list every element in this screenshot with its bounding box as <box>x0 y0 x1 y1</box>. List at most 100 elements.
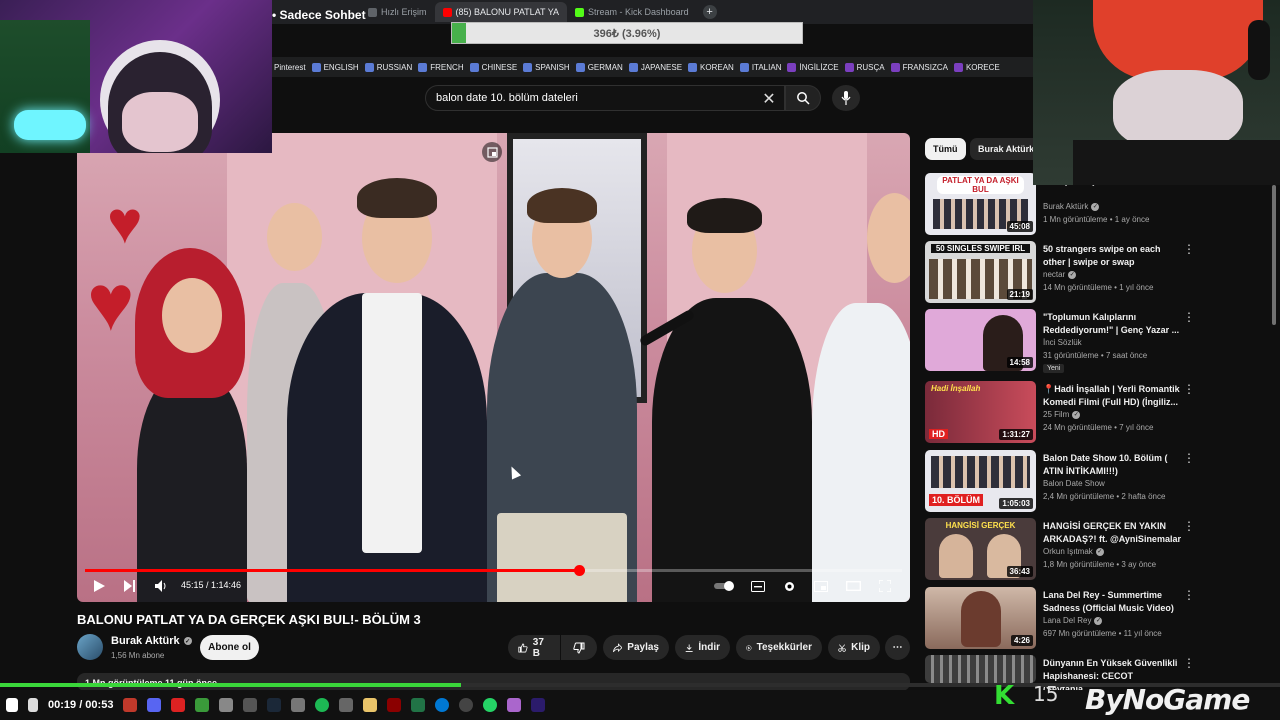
share-button[interactable]: Paylaş <box>603 635 669 660</box>
recommendation-channel: Lana Del Rey ✓ <box>1043 616 1103 625</box>
bookmark-ingilizce[interactable]: İNGİLİZCE <box>787 62 839 72</box>
volume-button[interactable] <box>153 577 169 595</box>
bookmark-german[interactable]: GERMAN <box>575 62 623 72</box>
recommendation-item[interactable]: 10. BÖLÜM 1:05:03 Balon Date Show 10. Bö… <box>925 450 1270 514</box>
bookmark-spanish[interactable]: SPANISH <box>523 62 570 72</box>
windows-start-icon[interactable] <box>6 698 18 712</box>
description-box[interactable]: 1 Mn görüntüleme 11 gün önce <box>77 673 910 691</box>
tab-youtube-video[interactable]: (85) BALONU PATLAT YA <box>434 2 568 22</box>
verified-icon: ✓ <box>183 637 192 645</box>
miniplayer-icon[interactable] <box>482 142 502 162</box>
excel-icon[interactable] <box>411 698 426 712</box>
bookmark-russian[interactable]: RUSSIAN <box>364 62 412 72</box>
more-vert-icon[interactable]: ⋮ <box>1183 589 1195 601</box>
thanks-button[interactable]: $ Teşekkürler <box>736 635 822 660</box>
app-icon[interactable] <box>171 698 186 712</box>
app-icon[interactable] <box>339 698 354 712</box>
recommendation-item[interactable]: Hadi İnşallah HD 1:31:27 📍Hadi İnşallah … <box>925 381 1270 445</box>
recommendation-meta: 1 Mn görüntüleme • 1 ay önce <box>1043 215 1150 224</box>
folder-icon <box>575 62 585 72</box>
recommendation-channel: Balon Date Show <box>1043 479 1105 488</box>
app-icon[interactable] <box>387 698 402 712</box>
app-icon[interactable] <box>291 698 306 712</box>
like-button[interactable]: 37 B <box>508 635 560 660</box>
bookmark-italian[interactable]: ITALIAN <box>739 62 781 72</box>
tab-kick-dashboard[interactable]: Stream - Kick Dashboard <box>567 2 697 22</box>
bookmark-french[interactable]: FRENCH <box>418 62 464 72</box>
sidebar-scrollbar[interactable] <box>1272 185 1276 325</box>
minecraft-icon[interactable] <box>195 698 210 712</box>
clear-search-icon[interactable]: ✕ <box>758 88 780 110</box>
theater-icon <box>845 581 861 591</box>
recommendation-item[interactable]: Dünyanın En Yüksek Güvenlikli Hapishanes… <box>925 655 1270 694</box>
browser-tab-bar: Hızlı Erişim (85) BALONU PATLAT YA Strea… <box>270 0 1033 24</box>
premiere-icon[interactable] <box>531 698 546 712</box>
bookmark-japanese[interactable]: JAPANESE <box>628 62 682 72</box>
headphones <box>1248 20 1270 80</box>
episode-badge: 10. BÖLÜM <box>929 494 984 506</box>
fullscreen-button[interactable] <box>876 577 894 595</box>
bookmark-korean[interactable]: KOREAN <box>688 62 734 72</box>
verified-icon: ✓ <box>1068 270 1077 279</box>
new-badge: Yeni <box>1043 364 1065 373</box>
download-button[interactable]: İndir <box>675 635 730 660</box>
recommendation-item[interactable]: HANGİSİ GERÇEK 36:43 HANGİSİ GERÇEK EN Y… <box>925 518 1270 582</box>
clip-button[interactable]: Klip <box>828 635 880 660</box>
more-vert-icon[interactable]: ⋮ <box>1183 311 1195 323</box>
steam-icon[interactable] <box>267 698 282 712</box>
discord-icon[interactable] <box>147 698 162 712</box>
subscribe-button[interactable]: Abone ol <box>200 635 259 660</box>
bookmark-pinterest[interactable]: Pinterest <box>274 63 306 72</box>
chip-channel[interactable]: Burak Aktürk <box>970 138 1043 160</box>
channel-avatar[interactable] <box>77 634 103 660</box>
recommendation-channel: 25 Film ✓ <box>1043 410 1081 419</box>
download-icon <box>685 644 693 652</box>
dislike-button[interactable] <box>561 635 597 660</box>
video-player[interactable]: ♥ ♥ ♥ 45:15 / 1:1 <box>77 133 910 602</box>
app-icon[interactable] <box>219 698 234 712</box>
obs-icon[interactable] <box>459 698 474 712</box>
bookmark-korece[interactable]: KORECE <box>953 62 1000 72</box>
video-title: BALONU PATLAT YA DA GERÇEK AŞKI BUL!- BÖ… <box>77 612 421 627</box>
more-vert-icon[interactable]: ⋮ <box>1183 452 1195 464</box>
channel-name[interactable]: Burak Aktürk ✓ <box>111 635 192 647</box>
settings-button[interactable] <box>780 577 798 595</box>
recommendation-item[interactable]: 14:58 "Toplumun Kalıplarını Reddediyorum… <box>925 309 1270 379</box>
search-button[interactable] <box>785 85 821 111</box>
pause-icon[interactable] <box>28 698 38 712</box>
bookmark-chinese[interactable]: CHINESE <box>469 62 517 72</box>
autoplay-toggle[interactable] <box>713 577 737 595</box>
more-vert-icon[interactable]: ⋮ <box>1183 520 1195 532</box>
thumbnail-person <box>961 591 1001 647</box>
edge-icon[interactable] <box>435 698 450 712</box>
more-vert-icon[interactable]: ⋮ <box>1183 243 1195 255</box>
more-actions-button[interactable]: ⋯ <box>885 635 910 660</box>
thumbnail-people <box>931 456 1030 488</box>
next-button[interactable] <box>122 577 138 595</box>
whatsapp-icon[interactable] <box>483 698 498 712</box>
play-button[interactable] <box>91 577 107 595</box>
more-vert-icon[interactable]: ⋮ <box>1183 383 1195 395</box>
folder-icon <box>787 62 797 72</box>
spotify-icon[interactable] <box>315 698 330 712</box>
bookmark-english[interactable]: ENGLISH <box>311 62 359 72</box>
folder-icon[interactable] <box>363 698 378 712</box>
app-icon[interactable] <box>123 698 138 712</box>
subtitles-button[interactable] <box>749 577 767 595</box>
bookmark-rusca[interactable]: RUSÇA <box>844 62 885 72</box>
miniplayer-button[interactable] <box>812 577 830 595</box>
tab-quick-access[interactable]: Hızlı Erişim <box>360 2 435 22</box>
recommendation-item[interactable]: 4:26 Lana Del Rey - Summertime Sadness (… <box>925 587 1270 651</box>
person-hair <box>687 198 762 233</box>
new-tab-button[interactable]: + <box>702 5 717 19</box>
voice-search-button[interactable] <box>832 85 860 111</box>
recommendation-item[interactable]: 50 SINGLES SWIPE IRL 21:19 50 strangers … <box>925 241 1270 305</box>
app-icon[interactable] <box>243 698 258 712</box>
chip-all[interactable]: Tümü <box>925 138 966 160</box>
theater-mode-button[interactable] <box>844 577 862 595</box>
more-vert-icon[interactable]: ⋮ <box>1183 657 1195 669</box>
video-progress-bar[interactable] <box>85 565 902 576</box>
bookmark-fransizca[interactable]: FRANSIZCA <box>890 62 948 72</box>
search-input[interactable]: balon date 10. bölüm dateleri <box>425 85 785 111</box>
app-icon[interactable] <box>507 698 522 712</box>
